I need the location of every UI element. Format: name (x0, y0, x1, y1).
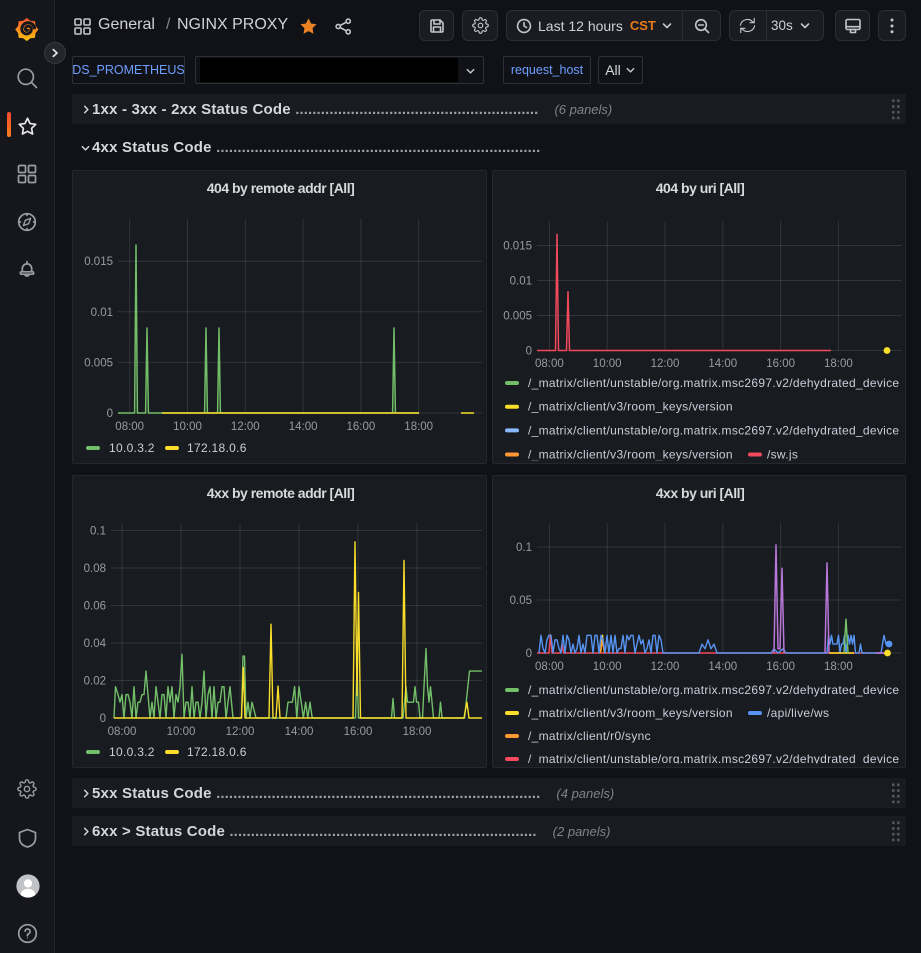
svg-text:14:00: 14:00 (708, 358, 737, 370)
svg-text:16:00: 16:00 (766, 661, 795, 673)
svg-text:10:00: 10:00 (593, 358, 622, 370)
svg-text:/_matrix/client/r0/sync: /_matrix/client/r0/sync (528, 729, 651, 743)
svg-text:08:00: 08:00 (115, 421, 144, 433)
svg-text:18:00: 18:00 (403, 726, 432, 738)
svg-text:/_matrix/client/v3/room_keys/v: /_matrix/client/v3/room_keys/version (528, 400, 733, 414)
svg-text:/_matrix/client/unstable/org.m: /_matrix/client/unstable/org.matrix.msc2… (528, 683, 899, 697)
svg-text:10:00: 10:00 (593, 661, 622, 673)
svg-text:172.18.0.6: 172.18.0.6 (187, 441, 247, 455)
svg-text:0.04: 0.04 (84, 638, 107, 650)
svg-text:12:00: 12:00 (226, 726, 255, 738)
svg-text:0.005: 0.005 (503, 311, 532, 323)
svg-text:16:00: 16:00 (766, 358, 795, 370)
svg-text:172.18.0.6: 172.18.0.6 (187, 745, 247, 759)
svg-text:14:00: 14:00 (289, 421, 318, 433)
svg-text:404 by uri [All]: 404 by uri [All] (656, 180, 744, 196)
svg-text:/_matrix/client/v3/room_keys/v: /_matrix/client/v3/room_keys/version (528, 448, 733, 462)
svg-text:14:00: 14:00 (285, 726, 314, 738)
svg-text:12:00: 12:00 (231, 421, 260, 433)
svg-text:10:00: 10:00 (173, 421, 202, 433)
svg-text:0.08: 0.08 (84, 563, 106, 575)
svg-text:/_matrix/client/unstable/org.m: /_matrix/client/unstable/org.matrix.msc2… (528, 376, 899, 390)
svg-text:0: 0 (526, 648, 532, 660)
svg-text:08:00: 08:00 (535, 358, 564, 370)
svg-text:/api/live/ws: /api/live/ws (767, 706, 829, 720)
svg-text:/_matrix/client/v3/room_keys/v: /_matrix/client/v3/room_keys/version (528, 706, 733, 720)
svg-text:0.05: 0.05 (510, 595, 532, 607)
svg-text:0: 0 (100, 713, 106, 725)
svg-text:10.0.3.2: 10.0.3.2 (109, 441, 155, 455)
svg-text:0.06: 0.06 (84, 601, 106, 613)
svg-text:/sw.js: /sw.js (767, 448, 798, 462)
svg-text:18:00: 18:00 (824, 661, 853, 673)
svg-text:0: 0 (107, 408, 113, 420)
svg-text:0.1: 0.1 (516, 542, 532, 554)
svg-text:18:00: 18:00 (824, 358, 853, 370)
svg-text:18:00: 18:00 (404, 421, 433, 433)
svg-text:08:00: 08:00 (108, 726, 137, 738)
svg-text:10:00: 10:00 (167, 726, 196, 738)
svg-text:0.01: 0.01 (91, 307, 113, 319)
svg-text:0.015: 0.015 (84, 256, 113, 268)
svg-text:0.005: 0.005 (84, 357, 113, 369)
svg-text:0.015: 0.015 (503, 241, 532, 253)
svg-text:0.1: 0.1 (90, 526, 106, 538)
svg-text:/_matrix/client/unstable/org.m: /_matrix/client/unstable/org.matrix.msc2… (528, 423, 899, 437)
svg-text:10.0.3.2: 10.0.3.2 (109, 745, 155, 759)
svg-text:14:00: 14:00 (708, 661, 737, 673)
svg-text:16:00: 16:00 (344, 726, 373, 738)
svg-text:0.02: 0.02 (84, 676, 106, 688)
svg-text:12:00: 12:00 (651, 358, 680, 370)
svg-text:0: 0 (526, 346, 532, 358)
svg-text:08:00: 08:00 (535, 661, 564, 673)
svg-text:4xx by uri [All]: 4xx by uri [All] (656, 485, 744, 501)
svg-text:12:00: 12:00 (651, 661, 680, 673)
svg-text:0.01: 0.01 (510, 276, 532, 288)
svg-text:4xx by remote addr [All]: 4xx by remote addr [All] (207, 485, 355, 501)
svg-text:404 by remote addr [All]: 404 by remote addr [All] (207, 180, 355, 196)
svg-text:16:00: 16:00 (347, 421, 376, 433)
